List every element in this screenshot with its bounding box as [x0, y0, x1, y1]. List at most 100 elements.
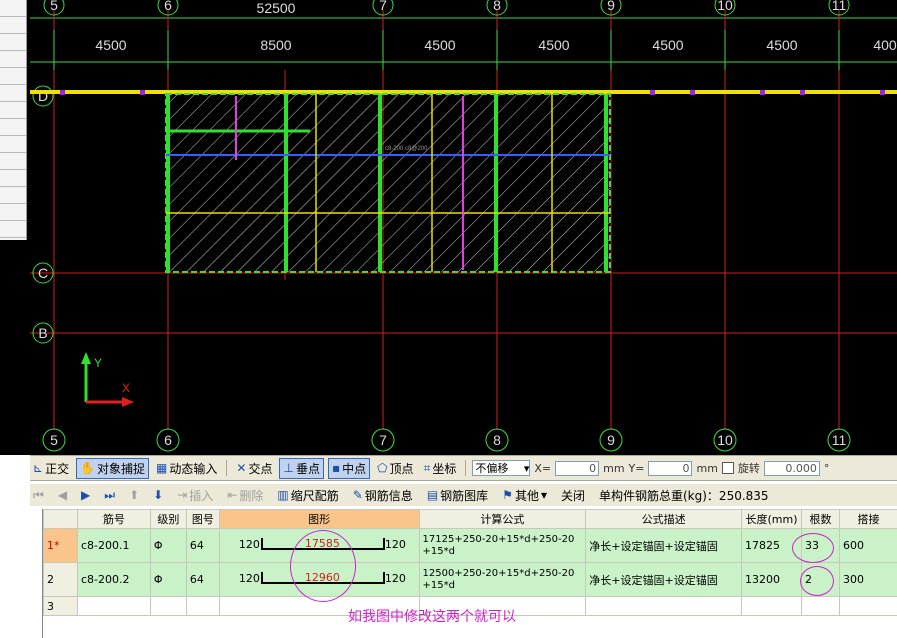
info-icon: ✎	[352, 488, 363, 502]
length-cell[interactable]: 13200	[741, 562, 803, 597]
shape-left-value[interactable]: 120	[239, 538, 260, 551]
column-header-length[interactable]: 长度(mm)	[741, 509, 803, 529]
x-input[interactable]: 0	[555, 460, 600, 476]
row-header-corner	[43, 509, 78, 529]
ucs-x-label: X	[122, 381, 130, 395]
axis-bottom-5: 5	[50, 432, 58, 448]
axis-bottom-11: 11	[832, 432, 847, 448]
description-cell[interactable]: 净长+设定锚固+设定锚固	[585, 562, 743, 597]
row-number: 3	[43, 596, 78, 616]
bar-number-cell[interactable]: c8-200.1	[76, 528, 151, 563]
cad-canvas[interactable]: 5 6 7 8 9 10 11 5 6 7 8 9 10 11 D C B 52…	[0, 0, 897, 455]
axis-top-9: 9	[607, 0, 615, 13]
prev-record-button[interactable]: ◀	[55, 487, 70, 503]
axis-top-11: 11	[832, 0, 847, 13]
axis-top-7: 7	[379, 0, 387, 13]
column-header-figure-number[interactable]: 图号	[185, 509, 220, 529]
snap-icon: ✋	[80, 461, 96, 475]
shape-right-value[interactable]: 120	[385, 572, 406, 585]
grade-cell[interactable]: Φ	[149, 562, 187, 597]
rebar-library-button[interactable]: ▤ 钢筋图库	[424, 486, 491, 505]
axis-bottom-8: 8	[493, 432, 501, 448]
insert-icon: ⇥	[177, 488, 188, 502]
dynamic-input-icon: ▦	[156, 461, 168, 475]
next-record-button[interactable]: ▶	[78, 487, 93, 503]
column-header-formula[interactable]: 计算公式	[418, 509, 587, 529]
insert-button[interactable]: ⇥ 插入	[174, 486, 216, 505]
formula-cell[interactable]: 12500+250-20+15*d+250-20+15*d	[418, 562, 587, 597]
degree-unit: °	[823, 461, 830, 475]
count-cell[interactable]	[801, 596, 840, 616]
scale-rebar-button[interactable]: ▥ 缩尺配筋	[274, 486, 341, 505]
total-weight: 单构件钢筋总重(kg)：250.835	[599, 488, 769, 503]
column-header-count[interactable]: 根数	[801, 509, 840, 529]
shape-left-value[interactable]: 120	[239, 572, 260, 585]
rebar-info-button[interactable]: ✎ 钢筋信息	[350, 486, 416, 505]
bar-number-cell[interactable]	[76, 596, 151, 616]
grade-cell[interactable]: Φ	[149, 528, 187, 563]
coordinate-icon: ⌗	[423, 460, 431, 475]
vertex-button[interactable]: ⬠ 顶点	[374, 459, 416, 478]
rotate-checkbox[interactable]	[721, 462, 734, 474]
dropdown-arrow-icon: ▾	[523, 461, 530, 475]
other-menu-button[interactable]: ⚑ 其他 ▾	[499, 486, 550, 505]
first-record-button[interactable]: ⏮	[30, 487, 47, 504]
move-down-button[interactable]: ⬇	[150, 487, 166, 503]
object-snap-button[interactable]: ✋ 对象捕捉	[76, 457, 150, 479]
grade-cell[interactable]	[149, 596, 187, 616]
shape-right-value[interactable]: 120	[385, 538, 406, 551]
dimension-7: 400	[873, 37, 897, 53]
description-cell[interactable]	[585, 596, 743, 616]
dimension-5: 4500	[652, 37, 683, 53]
formula-cell[interactable]: 17125+250-20+15*d+250-20+15*d	[418, 528, 587, 563]
column-header-grade[interactable]: 级别	[149, 509, 187, 529]
last-record-button[interactable]: ⏭	[101, 487, 118, 504]
y-input[interactable]: 0	[648, 460, 693, 476]
cad-drawing[interactable]: 5 6 7 8 9 10 11 5 6 7 8 9 10 11 D C B 52…	[0, 0, 897, 455]
description-cell[interactable]: 净长+设定锚固+设定锚固	[585, 528, 743, 563]
left-panel	[0, 0, 27, 240]
column-header-description[interactable]: 公式描述	[585, 509, 743, 529]
column-header-lap[interactable]: 搭接	[838, 509, 897, 529]
figure-number-cell[interactable]	[185, 596, 220, 616]
total-dimension: 52500	[257, 0, 296, 16]
lap-cell[interactable]: 600	[838, 528, 897, 563]
annotation-ellipse-count-1	[792, 533, 834, 563]
move-up-button[interactable]: ⬆	[126, 487, 142, 503]
column-header-bar-number[interactable]: 筋号	[76, 509, 151, 529]
lap-cell[interactable]	[838, 596, 897, 616]
annotation-ellipse-shape	[290, 530, 356, 602]
intersection-button[interactable]: ✕ 交点	[233, 459, 275, 478]
bar-number-cell[interactable]: c8-200.2	[76, 562, 151, 597]
row-number: 2	[43, 562, 78, 597]
other-icon: ⚑	[502, 488, 513, 502]
intersection-icon: ✕	[236, 461, 247, 475]
rotate-input[interactable]: 0.000	[763, 460, 820, 476]
figure-number-cell[interactable]: 64	[185, 528, 220, 563]
beam-label: c8-200 c8@200	[385, 146, 428, 152]
midpoint-button[interactable]: ▪ 中点	[327, 457, 371, 479]
axis-bottom-7: 7	[379, 432, 387, 448]
dimension-2: 8500	[260, 37, 291, 53]
dimension-6: 4500	[766, 37, 797, 53]
lap-cell[interactable]: 300	[838, 562, 897, 597]
figure-number-cell[interactable]: 64	[185, 562, 220, 597]
delete-button[interactable]: ⇤ 删除	[224, 486, 266, 505]
column-header-shape[interactable]: 图形	[218, 509, 420, 529]
close-button[interactable]: 关闭	[558, 486, 588, 505]
axis-bottom-6: 6	[164, 432, 172, 448]
axis-letter-b: B	[38, 325, 47, 341]
axis-top-6: 6	[164, 0, 172, 13]
length-cell[interactable]	[741, 596, 803, 616]
midpoint-icon: ▪	[331, 461, 341, 475]
ucs-y-label: Y	[94, 356, 102, 370]
table-row[interactable]: 2 c8-200.2 Φ 64 120 12960 120 12500+250-…	[43, 562, 897, 597]
coordinate-button[interactable]: ⌗ 坐标	[421, 459, 460, 478]
offset-mode-select[interactable]: 不偏移 ▾	[472, 460, 531, 476]
dynamic-input-button[interactable]: ▦ 动态输入	[153, 459, 220, 478]
table-row[interactable]: 1* c8-200.1 Φ 64 120 17585 120 17125+250…	[43, 528, 897, 563]
ortho-button[interactable]: ⊾ 正交	[30, 459, 72, 478]
library-icon: ▤	[426, 488, 439, 502]
chevron-down-icon: ▾	[540, 488, 547, 502]
perpendicular-button[interactable]: ⊥ 垂点	[279, 457, 324, 479]
